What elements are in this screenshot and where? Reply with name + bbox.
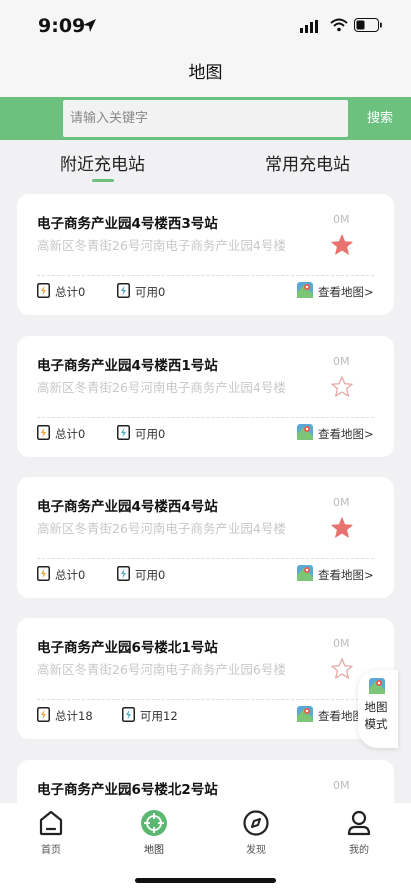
station-total-count: 总计0: [55, 427, 86, 441]
station-distance: 0M: [333, 496, 350, 509]
station-distance: 0M: [333, 637, 350, 650]
map-icon[interactable]: [296, 281, 314, 299]
station-name: 电子商务产业园4号楼西3号站: [37, 216, 218, 232]
search-bar: 搜索: [0, 97, 411, 140]
station-card[interactable]: 电子商务产业园4号楼西4号站 0M 高新区冬青街26号河南电子商务产业园4号楼 …: [17, 477, 394, 598]
favorite-star-outline-icon[interactable]: [331, 376, 353, 397]
map-icon[interactable]: [296, 564, 314, 582]
station-card[interactable]: 电子商务产业园4号楼西1号站 0M 高新区冬青街26号河南电子商务产业园4号楼 …: [17, 336, 394, 457]
map-mode-button[interactable]: 地图模式: [358, 670, 398, 748]
station-available-count: 可用0: [135, 568, 166, 582]
active-tab-indicator: [92, 179, 114, 182]
station-distance: 0M: [333, 779, 350, 792]
station-total-count: 总计0: [55, 285, 86, 299]
station-total-count: 总计18: [55, 709, 93, 723]
station-card[interactable]: 电子商务产业园4号楼西3号站 0M 高新区冬青街26号河南电子商务产业园4号楼 …: [17, 194, 394, 315]
tab-discover[interactable]: 发现: [226, 809, 286, 856]
favorite-star-outline-icon[interactable]: [331, 658, 353, 679]
tab-home-label: 首页: [41, 845, 61, 856]
map-mode-label: 地图模式: [364, 700, 388, 731]
profile-icon: [347, 810, 371, 836]
battery-icon: [354, 18, 382, 32]
station-available-count: 可用0: [135, 285, 166, 299]
map-icon[interactable]: [296, 705, 314, 723]
home-icon: [39, 810, 63, 836]
station-address: 高新区冬青街26号河南电子商务产业园4号楼: [37, 380, 286, 395]
navigation-bar: 地图: [0, 52, 411, 97]
page-title: 地图: [188, 63, 223, 83]
view-map-link[interactable]: 查看地图>: [318, 567, 374, 583]
cellular-signal-icon: [300, 20, 318, 33]
tab-mine[interactable]: 我的: [329, 809, 389, 856]
charger-available-icon: [117, 566, 130, 581]
charger-total-icon: [37, 707, 50, 722]
location-arrow-icon: [83, 19, 96, 32]
tab-map-label: 地图: [144, 845, 164, 856]
search-button[interactable]: 搜索: [356, 97, 404, 140]
home-indicator: [135, 878, 276, 883]
card-divider: [37, 275, 374, 276]
tab-discover-label: 发现: [246, 845, 266, 856]
charger-total-icon: [37, 283, 50, 298]
station-total-count: 总计0: [55, 568, 86, 582]
charger-total-icon: [37, 425, 50, 440]
card-divider: [37, 558, 374, 559]
station-name: 电子商务产业园4号楼西1号站: [37, 358, 218, 374]
compass-icon: [243, 810, 269, 836]
station-name: 电子商务产业园6号楼北1号站: [37, 640, 218, 656]
wifi-icon: [330, 18, 348, 32]
station-address: 高新区冬青街26号河南电子商务产业园4号楼: [37, 238, 286, 253]
tab-nearby-stations[interactable]: 附近充电站: [60, 150, 145, 175]
station-address: 高新区冬青街26号河南电子商务产业园4号楼: [37, 521, 286, 536]
map-icon: [369, 678, 385, 694]
station-available-count: 可用0: [135, 427, 166, 441]
station-tabs: 附近充电站 常用充电站: [0, 140, 411, 188]
station-distance: 0M: [333, 213, 350, 226]
tab-home[interactable]: 首页: [21, 809, 81, 856]
station-address: 高新区冬青街26号河南电子商务产业园6号楼: [37, 662, 286, 677]
status-bar: 9:09: [0, 0, 411, 52]
view-map-link[interactable]: 查看地图>: [318, 426, 374, 442]
favorite-star-filled-icon[interactable]: [331, 234, 353, 255]
station-card[interactable]: 电子商务产业园6号楼北1号站 0M 高新区冬青街26号河南电子商务产业园6号楼 …: [17, 618, 394, 739]
card-divider: [37, 417, 374, 418]
view-map-link[interactable]: 查看地图>: [318, 284, 374, 300]
charger-available-icon: [117, 283, 130, 298]
charger-total-icon: [37, 566, 50, 581]
search-input[interactable]: [63, 100, 348, 137]
tab-mine-label: 我的: [349, 845, 369, 856]
station-name: 电子商务产业园4号楼西4号站: [37, 499, 218, 515]
map-target-icon: [141, 810, 167, 836]
station-name: 电子商务产业园6号楼北2号站: [37, 782, 218, 798]
station-available-count: 可用12: [140, 709, 178, 723]
station-distance: 0M: [333, 355, 350, 368]
card-divider: [37, 699, 374, 700]
tab-map[interactable]: 地图: [124, 809, 184, 856]
map-icon[interactable]: [296, 423, 314, 441]
tab-common-stations[interactable]: 常用充电站: [265, 150, 350, 175]
status-time: 9:09: [38, 15, 86, 37]
favorite-star-filled-icon[interactable]: [331, 517, 353, 538]
charger-available-icon: [122, 707, 135, 722]
charger-available-icon: [117, 425, 130, 440]
